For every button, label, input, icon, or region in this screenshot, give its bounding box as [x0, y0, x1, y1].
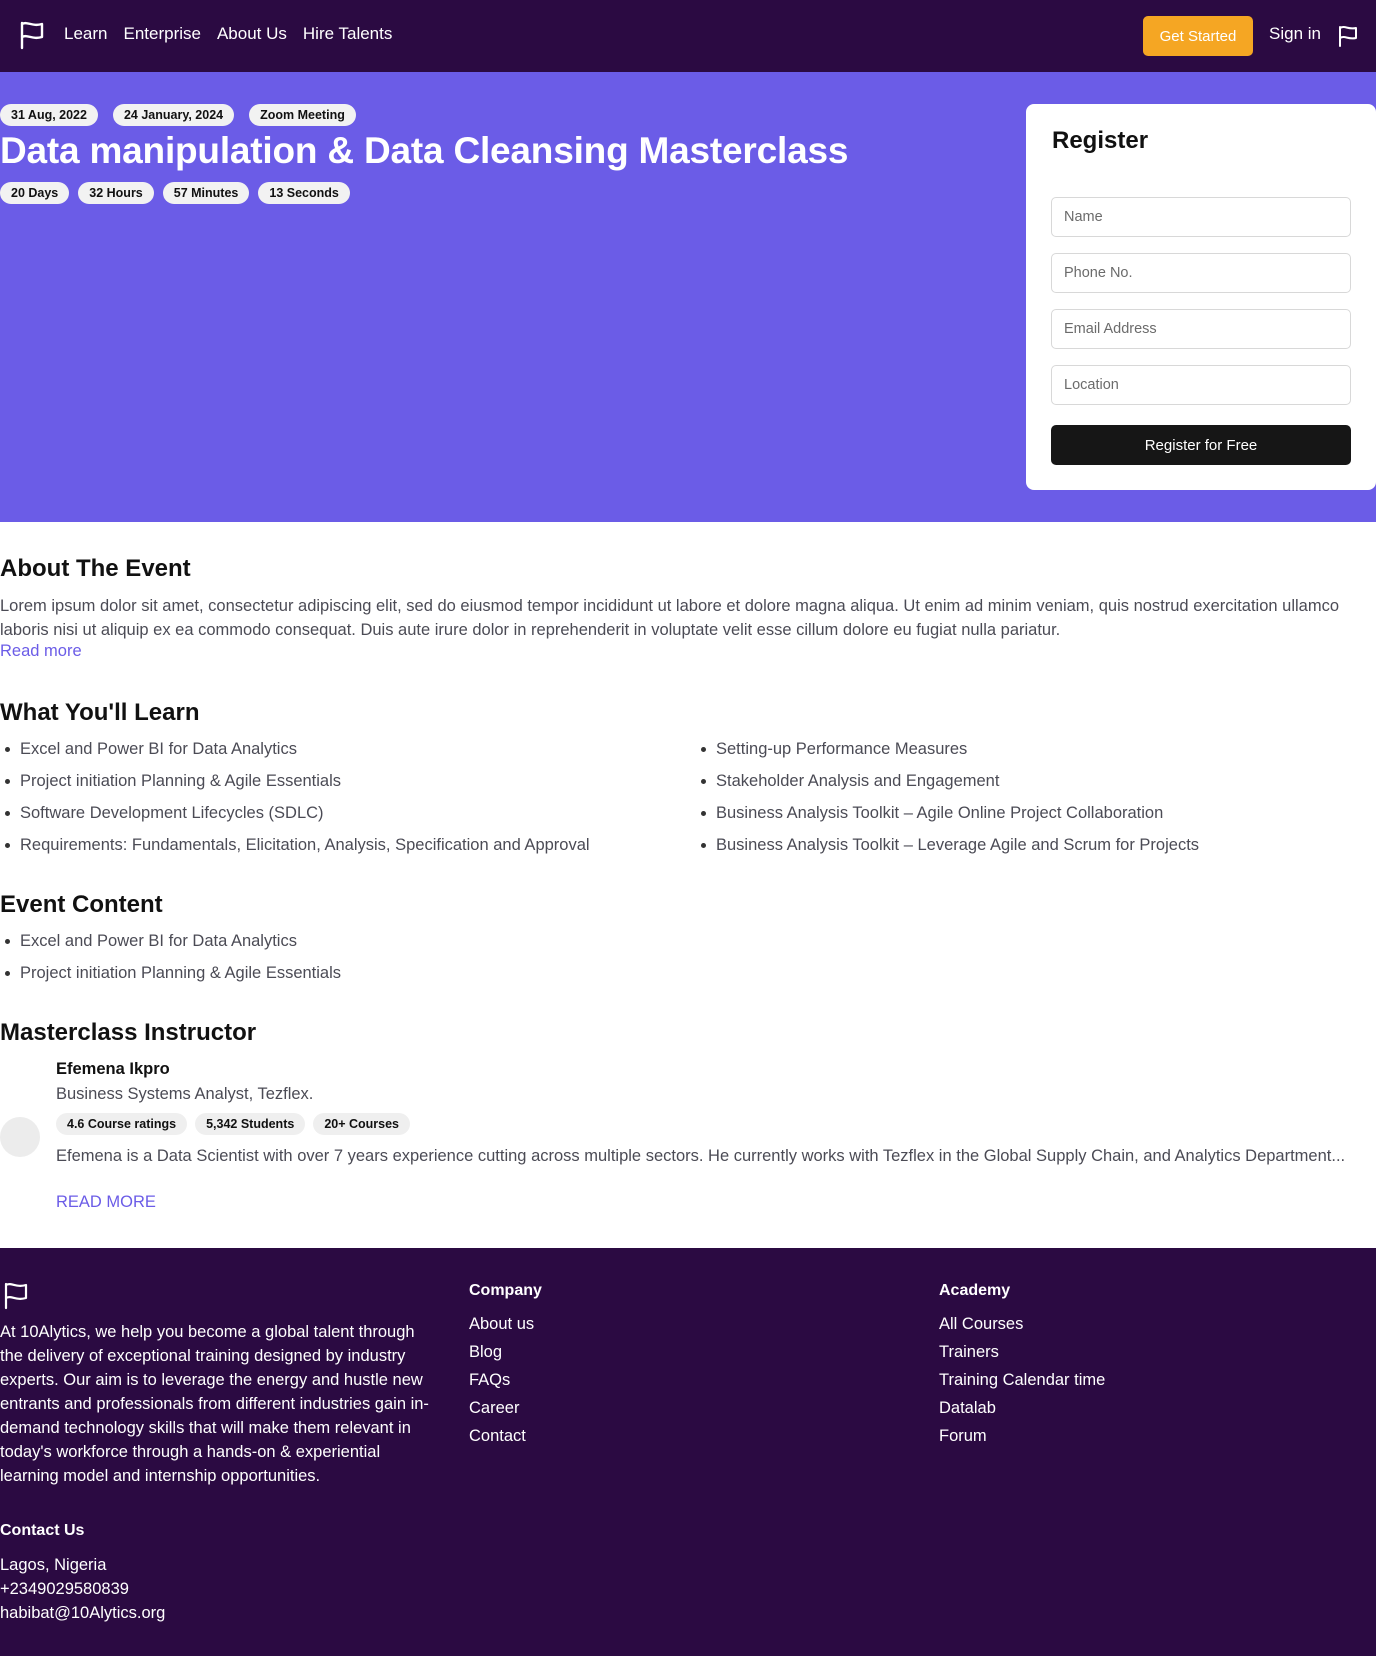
flag-icon[interactable] — [1337, 25, 1359, 47]
footer-contact-heading: Contact Us — [0, 1522, 85, 1539]
read-more-link[interactable]: Read more — [0, 642, 82, 661]
countdown-seconds: 13 Seconds — [258, 182, 350, 204]
nav-link-enterprise[interactable]: Enterprise — [123, 24, 200, 44]
footer-link-contact[interactable]: Contact — [469, 1425, 534, 1453]
footer: At 10Alytics, we help you become a globa… — [0, 1248, 1376, 1656]
contact-location: Lagos, Nigeria — [0, 1556, 107, 1574]
sign-in-link[interactable]: Sign in — [1269, 24, 1321, 44]
event-hero: 31 Aug, 2022 24 January, 2024 Zoom Meeti… — [0, 72, 1376, 522]
footer-link-about-us[interactable]: About us — [469, 1313, 534, 1341]
footer-link-career[interactable]: Career — [469, 1397, 534, 1425]
register-title: Register — [1052, 127, 1149, 154]
nav-links: Learn Enterprise About Us Hire Talents — [64, 24, 408, 44]
instructor-read-more-link[interactable]: READ MORE — [56, 1193, 156, 1212]
contact-email[interactable]: habibat@10Alytics.org — [0, 1601, 165, 1625]
phone-input[interactable] — [1051, 253, 1351, 293]
event-title: Data manipulation & Data Cleansing Maste… — [0, 130, 849, 171]
email-input[interactable] — [1051, 309, 1351, 349]
list-item: Excel and Power BI for Data Analytics — [0, 738, 590, 770]
rating-badge: 4.6 Course ratings — [56, 1113, 188, 1135]
footer-link-forum[interactable]: Forum — [939, 1425, 1105, 1453]
avatar — [0, 1117, 40, 1157]
list-item: Setting-up Performance Measures — [696, 738, 1199, 770]
footer-company-links: About us Blog FAQs Career Contact — [469, 1313, 534, 1453]
flag-logo-icon[interactable] — [17, 20, 47, 50]
event-venue-badge: Zoom Meeting — [249, 104, 356, 126]
list-item: Business Analysis Toolkit – Leverage Agi… — [696, 834, 1199, 866]
flag-logo-icon[interactable] — [2, 1280, 30, 1310]
footer-company-heading: Company — [469, 1282, 542, 1299]
students-badge: 5,342 Students — [195, 1113, 306, 1135]
event-content-heading: Event Content — [0, 891, 163, 918]
footer-link-trainers[interactable]: Trainers — [939, 1341, 1105, 1369]
register-card: Register Register for Free — [1026, 104, 1376, 490]
instructor-heading: Masterclass Instructor — [0, 1019, 257, 1046]
instructor-stats: 4.6 Course ratings 5,342 Students 20+ Co… — [56, 1113, 411, 1135]
footer-link-datalab[interactable]: Datalab — [939, 1397, 1105, 1425]
instructor-role: Business Systems Analyst, Tezflex. — [56, 1085, 314, 1103]
instructor-name: Efemena Ikpro — [56, 1060, 170, 1078]
about-text: Lorem ipsum dolor sit amet, consectetur … — [0, 597, 1340, 639]
event-end-date-badge: 24 January, 2024 — [112, 104, 235, 126]
countdown-hours: 32 Hours — [78, 182, 154, 204]
list-item: Stakeholder Analysis and Engagement — [696, 770, 1199, 802]
about-heading: About The Event — [0, 555, 191, 582]
learn-list-right: Setting-up Performance Measures Stakehol… — [696, 738, 1199, 866]
list-item: Project initiation Planning & Agile Esse… — [0, 962, 341, 994]
top-navbar: Learn Enterprise About Us Hire Talents G… — [0, 0, 1376, 72]
instructor-bio: Efemena is a Data Scientist with over 7 … — [56, 1147, 1346, 1165]
learn-list-left: Excel and Power BI for Data Analytics Pr… — [0, 738, 590, 866]
list-item: Excel and Power BI for Data Analytics — [0, 930, 341, 962]
learn-heading: What You'll Learn — [0, 699, 200, 726]
register-button[interactable]: Register for Free — [1051, 425, 1351, 465]
courses-badge: 20+ Courses — [313, 1113, 411, 1135]
nav-link-learn[interactable]: Learn — [64, 24, 107, 44]
footer-academy-links: All Courses Trainers Training Calendar t… — [939, 1313, 1105, 1453]
event-meta: 31 Aug, 2022 24 January, 2024 Zoom Meeti… — [0, 104, 356, 126]
name-input[interactable] — [1051, 197, 1351, 237]
footer-contact-info: Lagos, Nigeria +2349029580839 habibat@10… — [0, 1553, 165, 1625]
footer-academy-heading: Academy — [939, 1282, 1011, 1299]
list-item: Requirements: Fundamentals, Elicitation,… — [0, 834, 590, 866]
location-input[interactable] — [1051, 365, 1351, 405]
countdown-minutes: 57 Minutes — [162, 182, 250, 204]
footer-link-blog[interactable]: Blog — [469, 1341, 534, 1369]
footer-link-training-calendar[interactable]: Training Calendar time — [939, 1369, 1105, 1397]
countdown-days: 20 Days — [0, 182, 70, 204]
event-content-list: Excel and Power BI for Data Analytics Pr… — [0, 930, 341, 994]
countdown: 20 Days 32 Hours 57 Minutes 13 Seconds — [0, 182, 350, 204]
event-start-date-badge: 31 Aug, 2022 — [0, 104, 98, 126]
nav-link-hire-talents[interactable]: Hire Talents — [303, 24, 392, 44]
footer-link-faqs[interactable]: FAQs — [469, 1369, 534, 1397]
footer-link-all-courses[interactable]: All Courses — [939, 1313, 1105, 1341]
list-item: Business Analysis Toolkit – Agile Online… — [696, 802, 1199, 834]
contact-phone[interactable]: +2349029580839 — [0, 1577, 165, 1601]
footer-about-text: At 10Alytics, we help you become a globa… — [0, 1323, 429, 1485]
list-item: Project initiation Planning & Agile Esse… — [0, 770, 590, 802]
list-item: Software Development Lifecycles (SDLC) — [0, 802, 590, 834]
nav-link-about-us[interactable]: About Us — [217, 24, 287, 44]
get-started-button[interactable]: Get Started — [1143, 16, 1253, 56]
